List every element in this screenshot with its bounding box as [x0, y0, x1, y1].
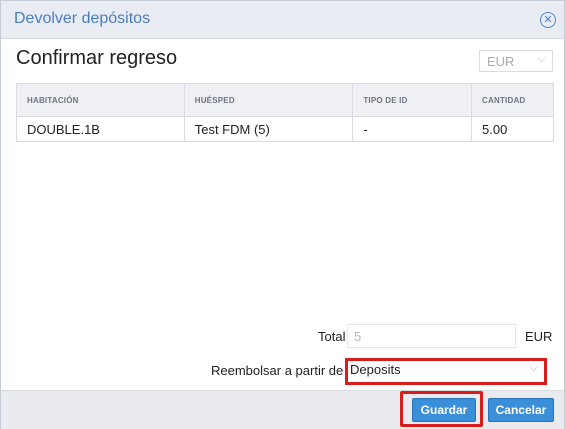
- column-header-room: HABITACIÓN: [16, 83, 185, 117]
- table-row: DOUBLE.1B Test FDM (5) - 5.00: [16, 116, 554, 142]
- currency-select-value: EUR: [487, 54, 515, 69]
- total-label: Total: [318, 329, 346, 344]
- column-header-guest: HUÉSPED: [183, 83, 354, 117]
- chevron-down-icon: ⌵: [537, 53, 546, 65]
- refund-source-value: Deposits: [350, 362, 401, 377]
- dialog-title: Devolver depósitos: [14, 10, 151, 27]
- cancel-button[interactable]: Cancelar: [488, 398, 554, 422]
- currency-select[interactable]: EUR ⌵: [479, 50, 553, 72]
- deposits-table: HABITACIÓN HUÉSPED TIPO DE ID CANTIDAD D…: [16, 83, 554, 142]
- cell-amount: 5.00: [471, 116, 554, 142]
- total-value: 5: [354, 329, 362, 344]
- refund-source-label: Reembolsar a partir de: [211, 363, 344, 378]
- return-deposits-dialog: Devolver depósitos ✕ Confirmar regreso E…: [0, 0, 565, 429]
- save-button[interactable]: Guardar: [412, 398, 476, 422]
- close-icon[interactable]: ✕: [540, 12, 556, 28]
- total-currency: EUR: [525, 329, 553, 344]
- cell-guest: Test FDM (5): [183, 116, 354, 142]
- refund-source-highlight: Deposits ⌵: [345, 358, 547, 385]
- cell-id-type: -: [352, 116, 473, 142]
- column-header-id-type: TIPO DE ID: [352, 83, 473, 117]
- cell-room: DOUBLE.1B: [16, 116, 185, 142]
- chevron-down-icon: ⌵: [529, 362, 538, 374]
- column-header-amount: CANTIDAD: [471, 83, 554, 117]
- total-input[interactable]: 5: [347, 324, 516, 348]
- dialog-titlebar: Devolver depósitos ✕: [1, 1, 564, 39]
- page-title: Confirmar regreso: [16, 47, 178, 69]
- refund-source-select[interactable]: Deposits ⌵: [350, 362, 542, 381]
- table-header-row: HABITACIÓN HUÉSPED TIPO DE ID CANTIDAD: [16, 83, 554, 117]
